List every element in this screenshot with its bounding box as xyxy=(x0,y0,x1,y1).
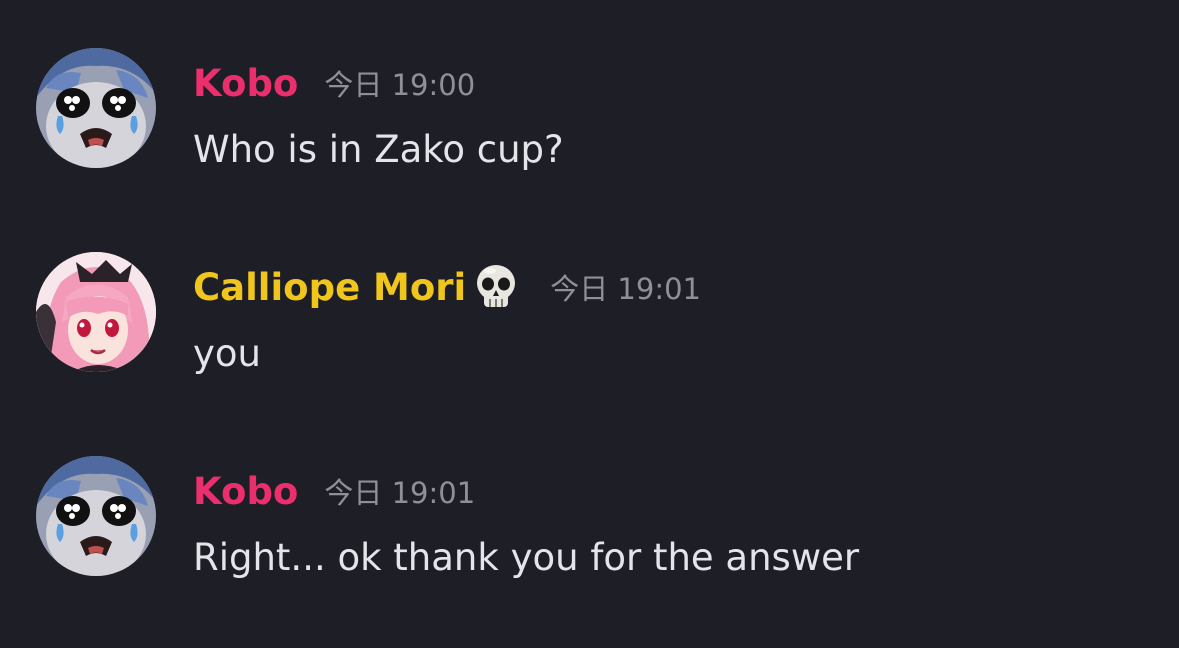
calliope-mori-avatar[interactable] xyxy=(36,252,156,372)
message-header: Kobo 今日 19:00 xyxy=(193,58,475,108)
skull-icon xyxy=(470,261,522,313)
timestamp: 今日 19:01 xyxy=(550,272,702,306)
kobo-avatar[interactable] xyxy=(36,48,156,168)
message-text: Right... ok thank you for the answer xyxy=(193,536,860,579)
chat-message: Kobo 今日 19:01 Right... ok thank you for … xyxy=(0,456,1179,616)
username[interactable]: Kobo xyxy=(193,62,298,105)
username[interactable]: Kobo xyxy=(193,470,298,513)
message-header: Calliope Mori 今日 19:01 xyxy=(193,262,701,312)
message-text: you xyxy=(193,332,261,375)
username[interactable]: Calliope Mori xyxy=(193,266,466,309)
timestamp: 今日 19:00 xyxy=(324,68,476,102)
message-header: Kobo 今日 19:01 xyxy=(193,466,475,516)
kobo-avatar[interactable] xyxy=(36,456,156,576)
chat-message: Kobo 今日 19:00 Who is in Zako cup? xyxy=(0,48,1179,208)
message-text: Who is in Zako cup? xyxy=(193,128,564,171)
chat-message: Calliope Mori 今日 19:01 you xyxy=(0,252,1179,412)
timestamp: 今日 19:01 xyxy=(324,476,476,510)
